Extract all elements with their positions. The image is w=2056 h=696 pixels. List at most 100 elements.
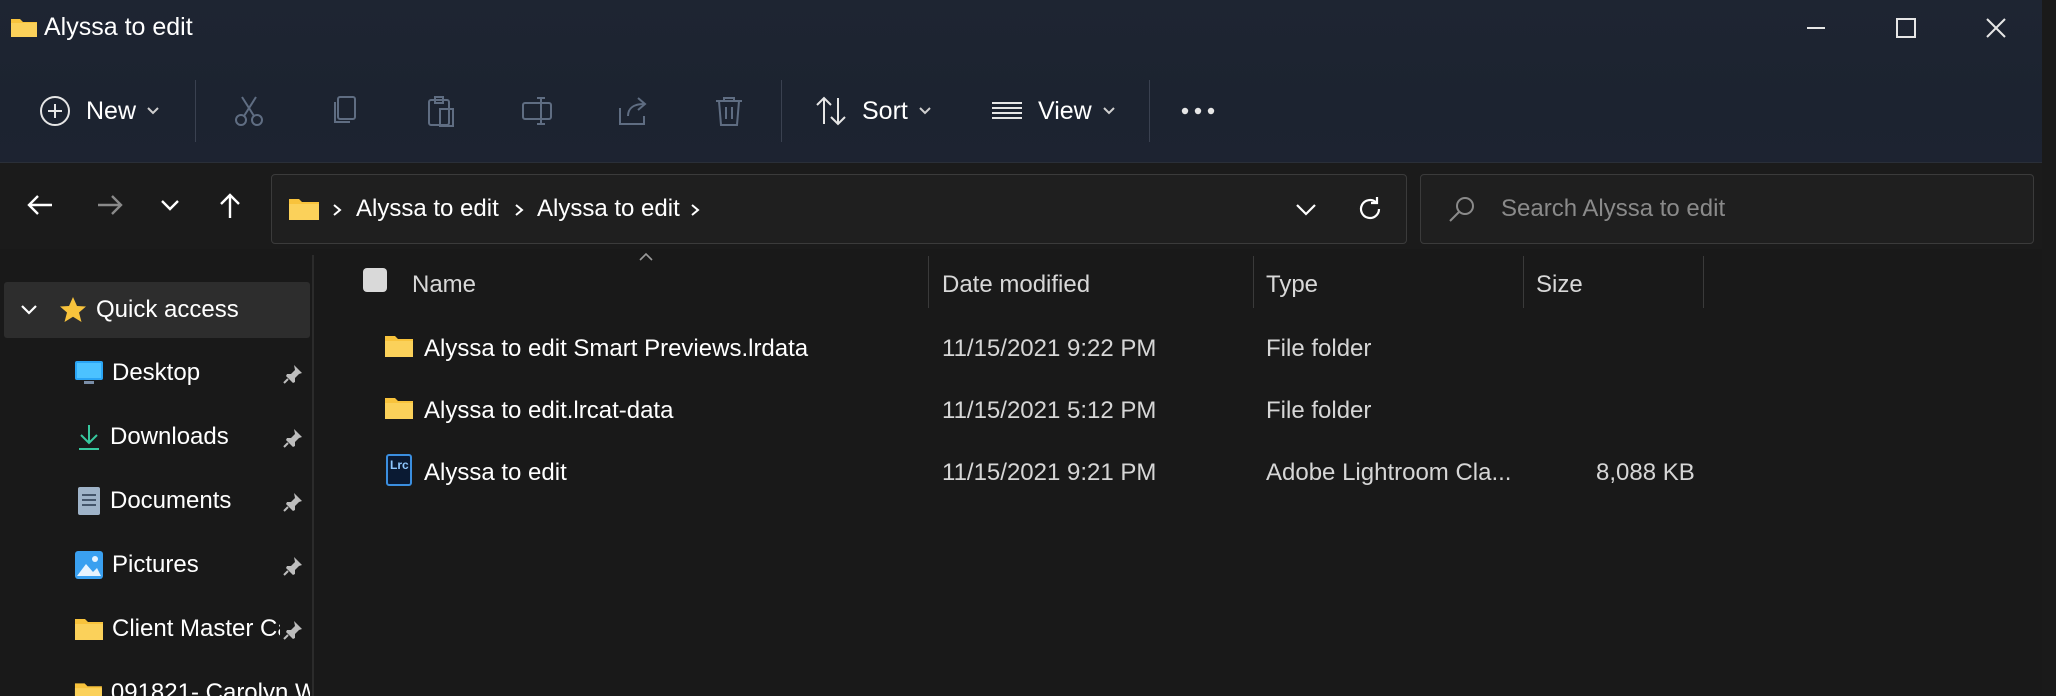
cut-button[interactable] xyxy=(232,68,266,154)
sidebar-item-label: 091821- Carolyn W xyxy=(110,679,310,696)
arrow-right-icon xyxy=(98,195,123,215)
toolbar-separator xyxy=(781,80,782,142)
share-button[interactable] xyxy=(616,68,650,154)
sidebar-item-label: Pictures xyxy=(112,551,199,578)
chevron-down-icon xyxy=(161,200,179,211)
table-row[interactable]: Alyssa to edit Smart Previews.lrdata 11/… xyxy=(372,322,1712,378)
file-name: Alyssa to edit xyxy=(424,459,567,486)
sidebar-item-desktop[interactable]: Desktop xyxy=(0,345,310,401)
sidebar-item-carolyn[interactable]: 091821- Carolyn W xyxy=(0,665,310,696)
column-separator[interactable] xyxy=(1523,256,1524,308)
share-icon xyxy=(619,97,647,125)
table-row[interactable]: Alyssa to edit.lrcat-data 11/15/2021 5:1… xyxy=(372,384,1712,440)
downloads-icon xyxy=(79,425,99,450)
column-header-name[interactable]: Name xyxy=(412,262,476,308)
breadcrumb-item[interactable]: Alyssa to edit xyxy=(537,175,680,243)
file-name: Alyssa to edit Smart Previews.lrdata xyxy=(424,335,809,362)
breadcrumb-label: Alyssa to edit xyxy=(537,195,680,222)
column-header-label: Size xyxy=(1536,271,1583,298)
column-header-label: Type xyxy=(1266,271,1319,298)
file-type: Adobe Lightroom Cla... xyxy=(1266,459,1512,486)
rename-button[interactable] xyxy=(520,68,554,154)
new-icon xyxy=(40,96,70,126)
column-header-label: Name xyxy=(412,271,477,298)
sort-button[interactable]: Sort xyxy=(814,68,932,154)
star-icon xyxy=(60,297,86,322)
chevron-right-icon[interactable] xyxy=(332,203,342,217)
file-date: 11/15/2021 9:21 PM xyxy=(942,459,1157,486)
refresh-icon[interactable] xyxy=(1356,195,1384,223)
navigation-pane: Quick access Desktop Downloads Documents… xyxy=(0,255,312,696)
back-button[interactable] xyxy=(18,183,62,227)
pictures-icon xyxy=(75,551,103,579)
select-all-checkbox[interactable] xyxy=(360,265,390,295)
table-row[interactable]: Lrc Alyssa to edit 11/15/2021 9:21 PM Ad… xyxy=(372,446,1712,502)
pin-icon xyxy=(283,429,302,448)
arrow-up-icon xyxy=(220,193,240,218)
sidebar-item-pictures[interactable]: Pictures xyxy=(0,537,310,593)
new-button[interactable]: New xyxy=(38,68,160,154)
minimize-icon xyxy=(1807,27,1825,29)
delete-icon xyxy=(716,97,742,126)
pin-icon xyxy=(283,621,302,640)
column-header-date-modified[interactable]: Date modified xyxy=(942,262,1090,308)
column-header-size[interactable]: Size xyxy=(1536,262,1583,308)
sidebar-item-quick-access[interactable]: Quick access xyxy=(4,282,310,338)
paste-button[interactable] xyxy=(424,68,458,154)
maximize-button[interactable] xyxy=(1860,0,1952,56)
paste-icon xyxy=(428,96,454,127)
search-placeholder: Search Alyssa to edit xyxy=(1501,195,1726,222)
sidebar-item-label: Desktop xyxy=(112,359,201,386)
copy-icon xyxy=(334,96,356,123)
chevron-down-icon[interactable] xyxy=(20,304,38,316)
delete-button[interactable] xyxy=(712,68,746,154)
more-icon xyxy=(1181,107,1215,115)
arrow-left-icon xyxy=(27,195,52,215)
file-explorer-window: Alyssa to edit New Sort View Alyssa to e… xyxy=(0,0,2056,696)
sidebar-item-client-master[interactable]: Client Master Ca xyxy=(0,601,310,657)
close-icon xyxy=(1986,18,2006,38)
view-button[interactable]: View xyxy=(990,68,1116,154)
chevron-right-icon[interactable] xyxy=(514,203,524,217)
search-box[interactable]: Search Alyssa to edit xyxy=(1420,174,2034,244)
sort-icon xyxy=(816,96,846,126)
recent-locations-button[interactable] xyxy=(148,183,192,227)
window-edge-scrollbar[interactable] xyxy=(2042,0,2056,696)
documents-icon xyxy=(78,487,100,515)
up-button[interactable] xyxy=(208,183,252,227)
sidebar-item-label: Downloads xyxy=(110,423,229,450)
column-header-type[interactable]: Type xyxy=(1266,262,1318,308)
copy-button[interactable] xyxy=(328,68,362,154)
column-separator[interactable] xyxy=(928,256,929,308)
title-bar: Alyssa to edit xyxy=(0,0,2042,56)
file-name: Alyssa to edit.lrcat-data xyxy=(424,397,674,424)
maximize-icon xyxy=(1896,18,1916,38)
sidebar-item-downloads[interactable]: Downloads xyxy=(0,409,310,465)
chevron-right-icon[interactable] xyxy=(690,203,700,217)
column-header-label: Date modified xyxy=(942,271,1091,298)
command-bar: New Sort View xyxy=(0,68,2042,154)
view-icon xyxy=(992,102,1022,119)
file-date: 11/15/2021 5:12 PM xyxy=(942,397,1157,424)
breadcrumb-item[interactable]: Alyssa to edit xyxy=(356,175,499,243)
sidebar-item-documents[interactable]: Documents xyxy=(0,473,310,529)
desktop-icon xyxy=(75,361,103,384)
address-bar[interactable]: Alyssa to edit Alyssa to edit xyxy=(271,174,1407,244)
breadcrumb-label: Alyssa to edit xyxy=(356,195,499,222)
folder-icon xyxy=(75,619,103,640)
chevron-down-icon[interactable] xyxy=(1295,203,1317,217)
column-separator[interactable] xyxy=(1253,256,1254,308)
folder-icon xyxy=(289,199,319,220)
column-separator[interactable] xyxy=(1703,256,1704,308)
close-button[interactable] xyxy=(1950,0,2042,56)
cut-icon xyxy=(235,96,263,126)
forward-button[interactable] xyxy=(88,183,132,227)
pin-icon xyxy=(283,493,302,512)
minimize-button[interactable] xyxy=(1770,0,1862,56)
file-size: 8,088 KB xyxy=(1596,459,1695,486)
toolbar-separator xyxy=(1149,80,1150,142)
pane-divider[interactable] xyxy=(312,255,314,696)
view-label: View xyxy=(1038,96,1092,125)
sidebar-item-label: Client Master Ca xyxy=(112,615,280,642)
more-options-button[interactable] xyxy=(1180,68,1216,154)
